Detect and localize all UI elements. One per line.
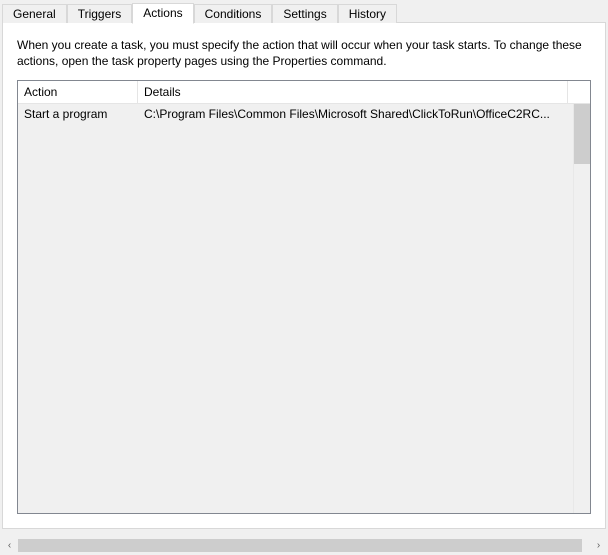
scroll-left-icon[interactable]: ‹	[1, 537, 18, 554]
column-header-details[interactable]: Details	[138, 81, 568, 103]
actions-list[interactable]: Action Details Start a program C:\Progra…	[17, 80, 591, 514]
cell-action: Start a program	[18, 106, 138, 122]
actions-description: When you create a task, you must specify…	[3, 23, 605, 79]
tab-general[interactable]: General	[2, 4, 67, 23]
tab-conditions[interactable]: Conditions	[194, 4, 273, 23]
tab-strip: General Triggers Actions Conditions Sett…	[0, 0, 608, 23]
tab-history[interactable]: History	[338, 4, 397, 23]
actions-list-body: Start a program C:\Program Files\Common …	[18, 104, 573, 513]
column-header-action[interactable]: Action	[18, 81, 138, 103]
tab-triggers[interactable]: Triggers	[67, 4, 133, 23]
tab-actions[interactable]: Actions	[132, 3, 193, 24]
list-vertical-scrollbar[interactable]	[573, 104, 590, 513]
column-header-spacer	[568, 81, 590, 103]
actions-list-header: Action Details	[18, 81, 590, 104]
list-vertical-scrollbar-thumb[interactable]	[574, 104, 590, 164]
cell-details: C:\Program Files\Common Files\Microsoft …	[138, 106, 573, 122]
panel-horizontal-scrollbar[interactable]: ‹ ›	[1, 537, 607, 554]
task-properties-panel: General Triggers Actions Conditions Sett…	[0, 0, 608, 555]
table-row[interactable]: Start a program C:\Program Files\Common …	[18, 104, 573, 124]
scroll-thumb[interactable]	[18, 539, 582, 552]
tab-page-actions: When you create a task, you must specify…	[2, 22, 606, 529]
tab-settings[interactable]: Settings	[272, 4, 337, 23]
scroll-track[interactable]	[18, 537, 590, 554]
scroll-right-icon[interactable]: ›	[590, 537, 607, 554]
